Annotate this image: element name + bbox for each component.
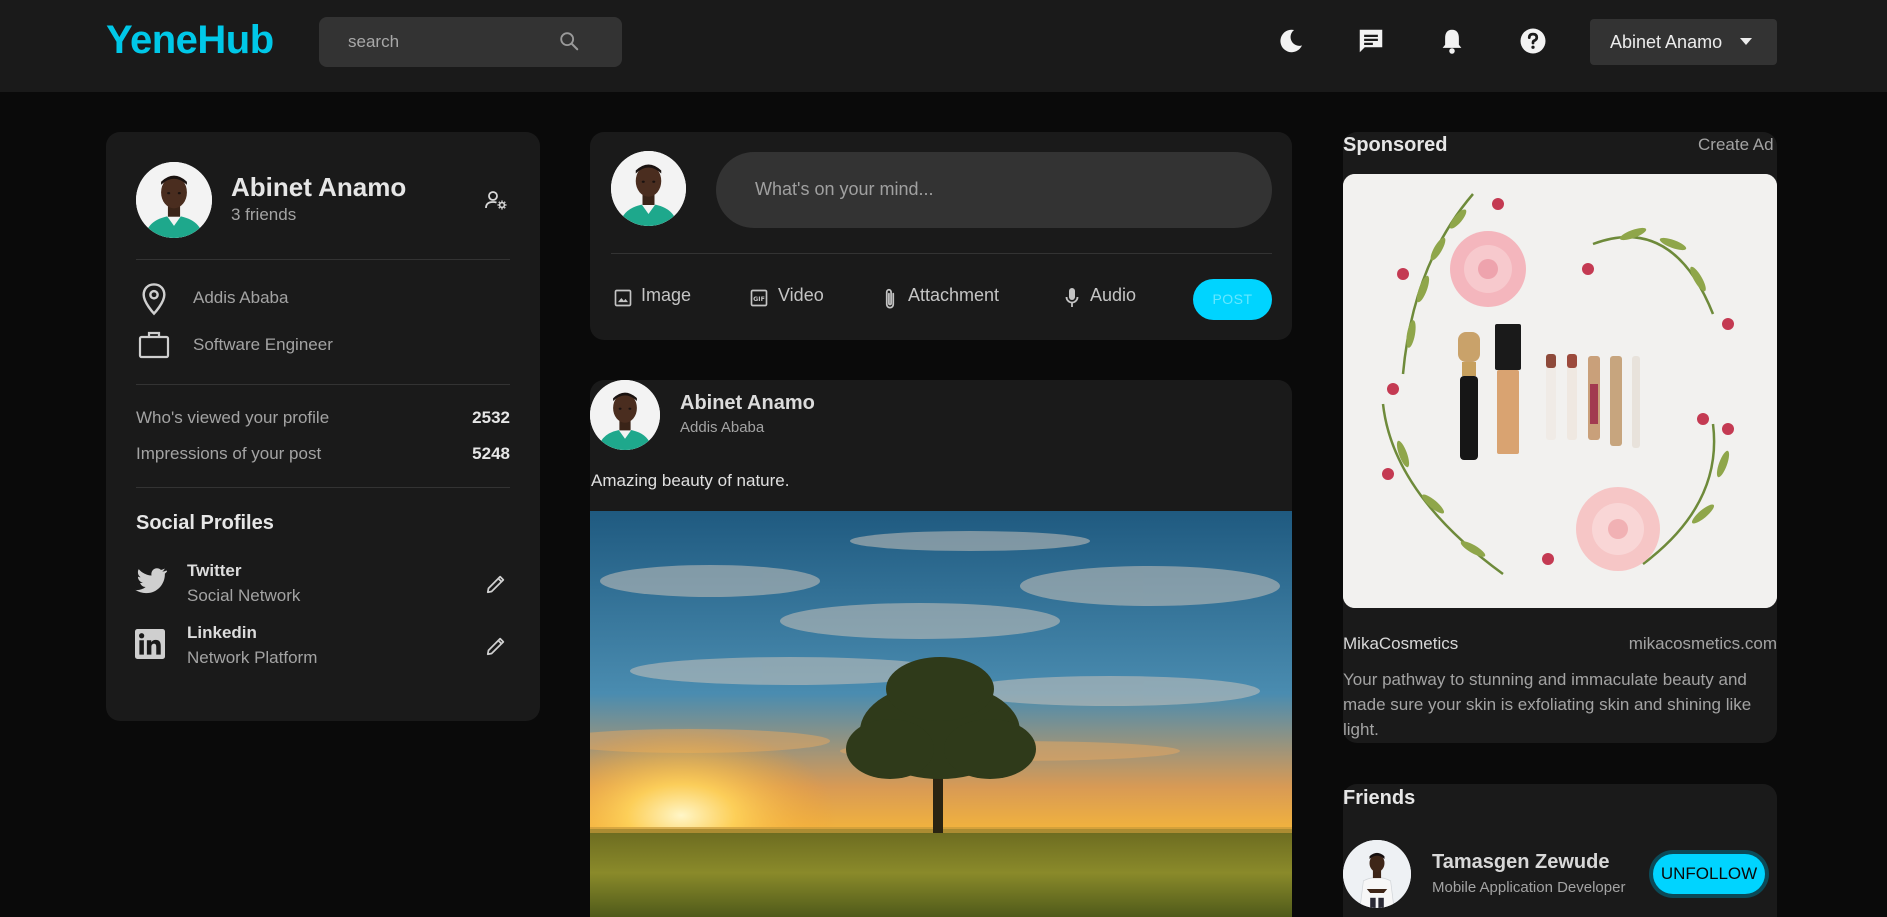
- post-image[interactable]: [590, 511, 1292, 917]
- social-type: Social Network: [187, 586, 301, 605]
- stat-value: 2532: [472, 408, 510, 427]
- profile-occupation: Software Engineer: [193, 335, 333, 354]
- sponsored-title: Sponsored: [1343, 134, 1448, 156]
- stat-label: Who's viewed your profile: [136, 408, 330, 427]
- unfollow-button[interactable]: UNFOLLOW: [1653, 854, 1765, 894]
- social-name[interactable]: Linkedin: [187, 623, 257, 643]
- ad-advertiser[interactable]: MikaCosmetics: [1343, 634, 1458, 654]
- tool-audio[interactable]: Audio: [1090, 285, 1136, 306]
- post-button[interactable]: POST: [1193, 279, 1272, 320]
- social-type: Network Platform: [187, 648, 318, 667]
- friend-role: Mobile Application Developer: [1432, 879, 1626, 896]
- post-author-avatar[interactable]: [590, 380, 660, 450]
- post-author-location: Addis Ababa: [680, 419, 765, 436]
- microphone-icon[interactable]: [1063, 286, 1081, 310]
- create-ad-link[interactable]: Create Ad: [1698, 135, 1774, 155]
- friend-name[interactable]: Tamasgen Zewude: [1432, 851, 1609, 874]
- post-text: Amazing beauty of nature.: [591, 471, 790, 490]
- attachment-icon[interactable]: [881, 286, 899, 312]
- profile-location: Addis Ababa: [193, 288, 289, 307]
- brand-logo[interactable]: YeneHub: [106, 18, 274, 63]
- caret-down-icon: [1740, 38, 1752, 45]
- profile-divider: [136, 487, 510, 488]
- user-menu-label: Abinet Anamo: [1610, 32, 1723, 52]
- manage-account-icon[interactable]: [484, 188, 508, 212]
- post-author-name[interactable]: Abinet Anamo: [680, 392, 815, 415]
- profile-name[interactable]: Abinet Anamo: [231, 172, 406, 203]
- stat-label: Impressions of your post: [136, 444, 322, 463]
- twitter-icon: [135, 568, 167, 594]
- edit-icon[interactable]: [485, 573, 507, 595]
- user-menu-button[interactable]: Abinet Anamo: [1590, 19, 1777, 65]
- social-name[interactable]: Twitter: [187, 561, 241, 581]
- stat-value: 5248: [472, 444, 510, 463]
- friends-title: Friends: [1343, 787, 1416, 809]
- profile-divider: [136, 259, 510, 260]
- composer-input[interactable]: What's on your mind...: [716, 152, 1272, 228]
- help-icon[interactable]: [1518, 26, 1548, 56]
- top-navbar: YeneHub search Abinet Anamo: [0, 0, 1887, 92]
- svg-text:GIF: GIF: [753, 296, 765, 303]
- search-input[interactable]: search: [348, 32, 399, 52]
- gif-icon[interactable]: GIF: [749, 288, 769, 308]
- search-icon[interactable]: [558, 30, 580, 52]
- edit-icon[interactable]: [485, 635, 507, 657]
- composer-avatar[interactable]: [611, 151, 686, 226]
- composer-divider: [611, 253, 1272, 254]
- moon-icon[interactable]: [1276, 26, 1306, 56]
- location-icon: [142, 283, 166, 316]
- image-icon[interactable]: [613, 288, 633, 308]
- tool-image[interactable]: Image: [641, 285, 691, 306]
- bell-icon[interactable]: [1437, 26, 1467, 56]
- linkedin-icon: [135, 629, 165, 659]
- ad-url[interactable]: mikacosmetics.com: [1619, 634, 1777, 654]
- friends-count: 3 friends: [231, 205, 297, 224]
- tool-attachment[interactable]: Attachment: [908, 285, 999, 306]
- ad-image[interactable]: [1343, 174, 1777, 608]
- friend-avatar[interactable]: [1343, 840, 1411, 908]
- social-profiles-title: Social Profiles: [136, 512, 274, 534]
- composer-placeholder: What's on your mind...: [755, 179, 934, 199]
- profile-avatar[interactable]: [136, 162, 212, 238]
- tool-video[interactable]: Video: [778, 285, 824, 306]
- profile-divider: [136, 384, 510, 385]
- ad-description: Your pathway to stunning and immaculate …: [1343, 670, 1752, 739]
- chat-icon[interactable]: [1356, 26, 1386, 56]
- briefcase-icon: [138, 331, 170, 359]
